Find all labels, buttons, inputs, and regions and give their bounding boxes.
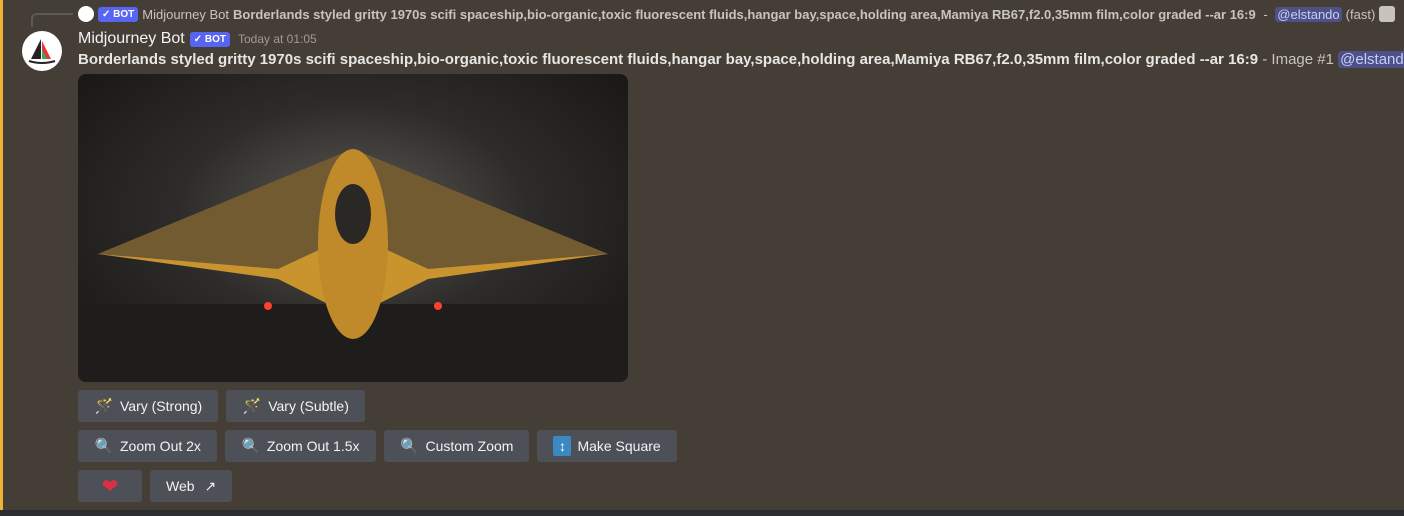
make-square-button[interactable]: ↕ Make Square	[537, 430, 677, 462]
favorite-button[interactable]: ❤	[78, 470, 142, 502]
zoom-out-2x-button[interactable]: 🔍 Zoom Out 2x	[78, 430, 217, 462]
button-label: Make Square	[577, 438, 661, 454]
button-label: Zoom Out 2x	[120, 438, 201, 454]
reply-author[interactable]: Midjourney Bot	[142, 7, 229, 22]
spaceship-image	[78, 149, 628, 382]
reply-prompt: Borderlands styled gritty 1970s scifi sp…	[232, 6, 1256, 22]
reply-separator: -	[1259, 6, 1272, 22]
extra-buttons-row: ❤ Web ↗	[78, 470, 233, 502]
message-content: Borderlands styled gritty 1970s scifi sp…	[78, 51, 1404, 68]
button-label: Zoom Out 1.5x	[266, 438, 360, 454]
magnifier-icon: 🔍	[94, 438, 114, 455]
vary-subtle-button[interactable]: 🪄 Vary (Subtle)	[226, 390, 365, 422]
magic-wand-icon: 🪄	[94, 398, 114, 415]
button-label: Vary (Strong)	[120, 398, 203, 414]
author-name[interactable]: Midjourney Bot	[78, 30, 185, 48]
magnifier-icon: 🔍	[400, 438, 419, 455]
reply-avatar	[78, 6, 94, 22]
reply-speed: (fast)	[1345, 6, 1376, 22]
image-suffix: - Image #1	[1258, 51, 1339, 68]
reply-preview[interactable]: ✓ BOT Midjourney Bot Borderlands styled …	[78, 5, 1396, 23]
button-label: Web	[166, 478, 195, 494]
button-label: Custom Zoom	[425, 438, 514, 454]
mention[interactable]: @elstando	[1338, 51, 1404, 68]
button-label: Vary (Subtle)	[268, 398, 349, 414]
avatar[interactable]	[22, 31, 62, 71]
prompt-text: Borderlands styled gritty 1970s scifi sp…	[78, 51, 1259, 68]
custom-zoom-button[interactable]: 🔍 Custom Zoom	[383, 430, 530, 462]
zoom-out-1-5x-button[interactable]: 🔍 Zoom Out 1.5x	[224, 430, 376, 462]
vary-buttons-row: 🪄 Vary (Strong) 🪄 Vary (Subtle)	[78, 390, 365, 422]
web-link-button[interactable]: Web ↗	[150, 470, 233, 502]
message-container: ✓ BOT Midjourney Bot Borderlands styled …	[0, 0, 1404, 510]
heart-icon: ❤	[101, 475, 119, 498]
reply-spine	[31, 13, 73, 27]
timestamp: Today at 01:05	[237, 32, 317, 46]
magic-wand-icon: 🪄	[242, 398, 262, 415]
vary-strong-button[interactable]: 🪄 Vary (Strong)	[78, 390, 219, 422]
external-link-icon: ↗	[204, 477, 217, 494]
magnifier-icon: 🔍	[241, 438, 261, 455]
bot-badge: ✓ BOT	[189, 31, 230, 47]
zoom-buttons-row: 🔍 Zoom Out 2x 🔍 Zoom Out 1.5x 🔍 Custom Zoom…	[78, 430, 677, 462]
reply-mention[interactable]: @elstando	[1275, 6, 1342, 22]
bot-badge: ✓ BOT	[98, 6, 139, 22]
generated-image[interactable]	[78, 74, 628, 382]
message-header: Midjourney Bot ✓ BOT Today at 01:05	[78, 30, 317, 48]
image-icon	[1379, 6, 1396, 22]
up-down-arrow-icon: ↕	[553, 436, 572, 456]
